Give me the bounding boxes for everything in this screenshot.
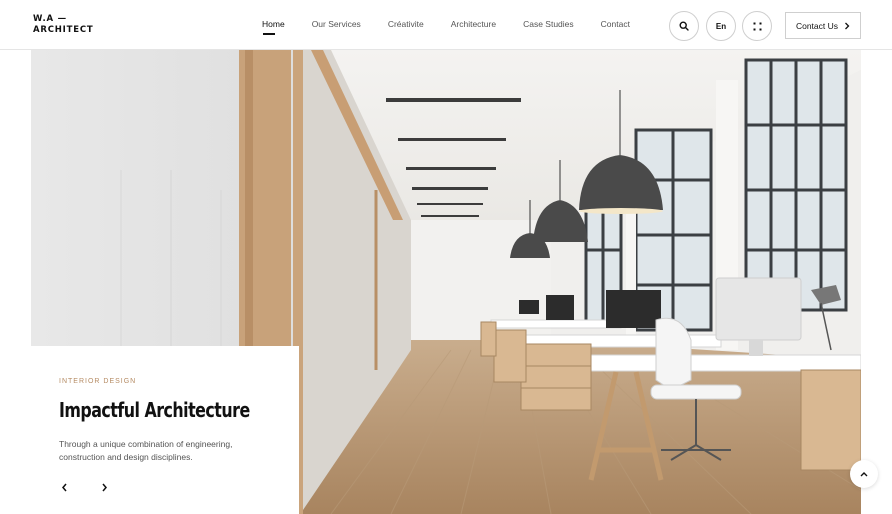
hero-description: Through a unique combination of engineer…	[59, 439, 233, 462]
site-header: W.A — ARCHITECT Home Our Services Créati…	[0, 0, 892, 50]
main-nav: Home Our Services Créativite Architectur…	[262, 19, 657, 35]
brand-logo[interactable]: W.A — ARCHITECT	[33, 14, 93, 36]
chevron-left-icon	[61, 483, 67, 491]
hero-caption-card: INTERIOR DESIGN Impactful Architecture T…	[31, 346, 299, 514]
nav-item-contact[interactable]: Contact	[601, 19, 630, 29]
chevron-up-icon	[860, 472, 868, 477]
chevron-right-icon	[101, 483, 107, 491]
contact-us-label: Contact Us	[795, 20, 839, 31]
nav-item-our-services[interactable]: Our Services	[312, 19, 361, 29]
nav-item-architecture[interactable]: Architecture	[451, 19, 496, 29]
grid-dots-icon	[753, 22, 761, 30]
brand-line-2: ARCHITECT	[33, 25, 94, 35]
language-label: En	[715, 21, 727, 31]
slider-next-button[interactable]	[97, 480, 111, 494]
scroll-to-top-button[interactable]	[850, 460, 878, 488]
language-button[interactable]: En	[706, 11, 736, 41]
contact-us-button[interactable]: Contact Us	[785, 12, 861, 39]
search-icon	[679, 21, 689, 31]
hero-title: Impactful Architecture	[59, 398, 250, 422]
brand-line-1: W.A —	[33, 14, 67, 24]
search-button[interactable]	[669, 11, 699, 41]
chevron-right-icon	[845, 22, 850, 29]
slider-prev-button[interactable]	[57, 480, 71, 494]
hero-eyebrow: INTERIOR DESIGN	[59, 378, 137, 385]
nav-item-creativite[interactable]: Créativite	[388, 19, 424, 29]
nav-item-case-studies[interactable]: Case Studies	[523, 19, 574, 29]
menu-grid-button[interactable]	[742, 11, 772, 41]
nav-item-home[interactable]: Home	[262, 19, 285, 35]
